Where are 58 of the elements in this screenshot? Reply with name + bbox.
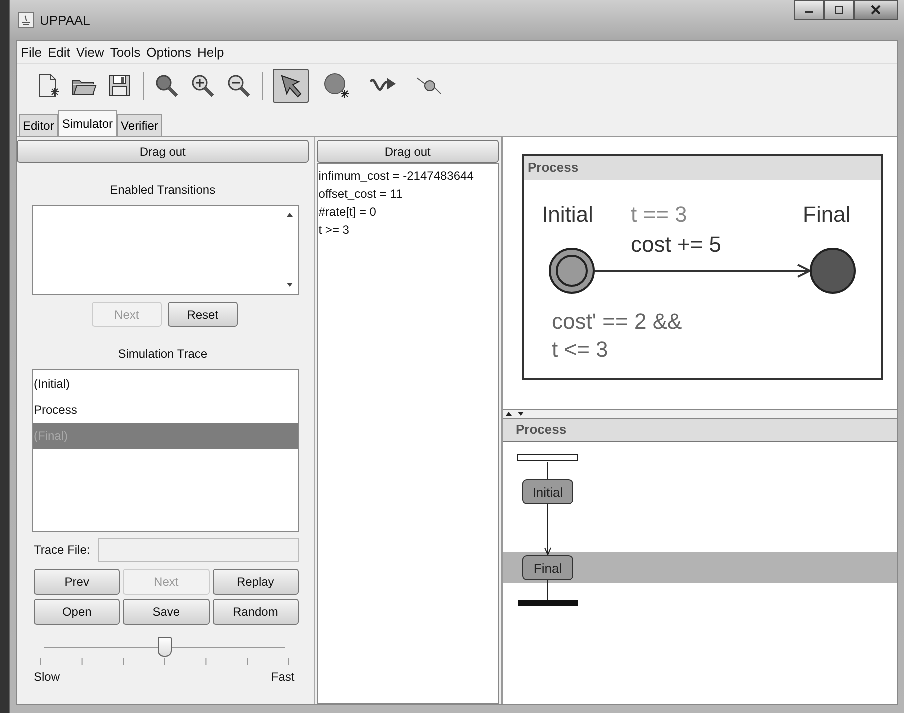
app-icon (18, 12, 34, 28)
tab[interactable]: Simulator (58, 110, 118, 136)
close-icon (871, 5, 881, 15)
drag-out-button[interactable]: Drag out (316, 140, 499, 163)
panel-header: Process (524, 156, 881, 180)
menu-item[interactable]: File (21, 44, 42, 60)
state-box: Final (522, 556, 574, 580)
tab[interactable]: Verifier (117, 114, 162, 136)
window-title: UPPAAL (40, 12, 90, 28)
slider-thumb[interactable] (158, 637, 172, 657)
variable-line[interactable]: t >= 3 (318, 221, 497, 239)
guard-label: t == 3 (631, 202, 688, 227)
menu-item[interactable]: Tools (110, 44, 141, 60)
transition-arrow (544, 504, 552, 556)
maximize-button[interactable] (824, 0, 854, 20)
scroll-down-icon[interactable] (286, 282, 294, 288)
location-name: Initial (542, 202, 594, 227)
maximize-icon (834, 6, 844, 14)
tick-marks-icon (40, 658, 290, 666)
menu-item[interactable]: Help (197, 44, 224, 60)
start-bar (518, 454, 578, 462)
variable-line[interactable]: infimum_cost = -2147483644 (318, 167, 497, 185)
push-button[interactable]: Prev (34, 569, 120, 595)
slider-label: Fast (271, 670, 295, 684)
field-label: Trace File: (34, 543, 90, 557)
close-button[interactable] (854, 0, 898, 20)
menu-item[interactable]: Options (146, 44, 192, 60)
push-button[interactable]: Random (212, 599, 299, 625)
invariant-label: cost' == 2 && (552, 309, 682, 334)
state-box: Initial (522, 480, 574, 504)
splitter-arrows-icon (505, 411, 527, 417)
update-label: cost += 5 (631, 232, 722, 257)
arrow-pointer-tool[interactable] (273, 69, 309, 103)
zoom-out-icon[interactable] (226, 73, 252, 99)
slider-label: Slow (34, 670, 60, 684)
zoom-in-icon[interactable] (190, 73, 216, 99)
section-title: Simulation Trace (117, 347, 209, 361)
circle-icon (323, 72, 351, 100)
trace-item[interactable]: (Initial) (33, 371, 298, 397)
magnifier-icon[interactable] (154, 73, 180, 99)
push-button[interactable]: Save (123, 599, 210, 625)
menu-item[interactable]: View (76, 44, 104, 60)
invariant-label: t <= 3 (552, 337, 608, 362)
tab[interactable]: Editor (19, 114, 58, 136)
variable-line[interactable]: #rate[t] = 0 (318, 203, 497, 221)
panel-header: Process (503, 419, 897, 442)
variable-line[interactable]: offset_cost = 11 (318, 185, 497, 203)
minimize-button[interactable] (794, 0, 824, 20)
end-bar (518, 600, 578, 606)
menu-item[interactable]: Edit (48, 44, 70, 60)
location-name: Final (803, 202, 851, 227)
push-button[interactable]: Replay (212, 569, 299, 595)
section-title: Enabled Transitions (109, 183, 217, 197)
trace-item[interactable]: Process (33, 397, 298, 423)
push-button[interactable]: Reset (168, 302, 238, 327)
scroll-up-icon[interactable] (286, 212, 294, 218)
drag-out-button[interactable]: Drag out (17, 140, 309, 163)
push-button[interactable]: Open (34, 599, 120, 625)
